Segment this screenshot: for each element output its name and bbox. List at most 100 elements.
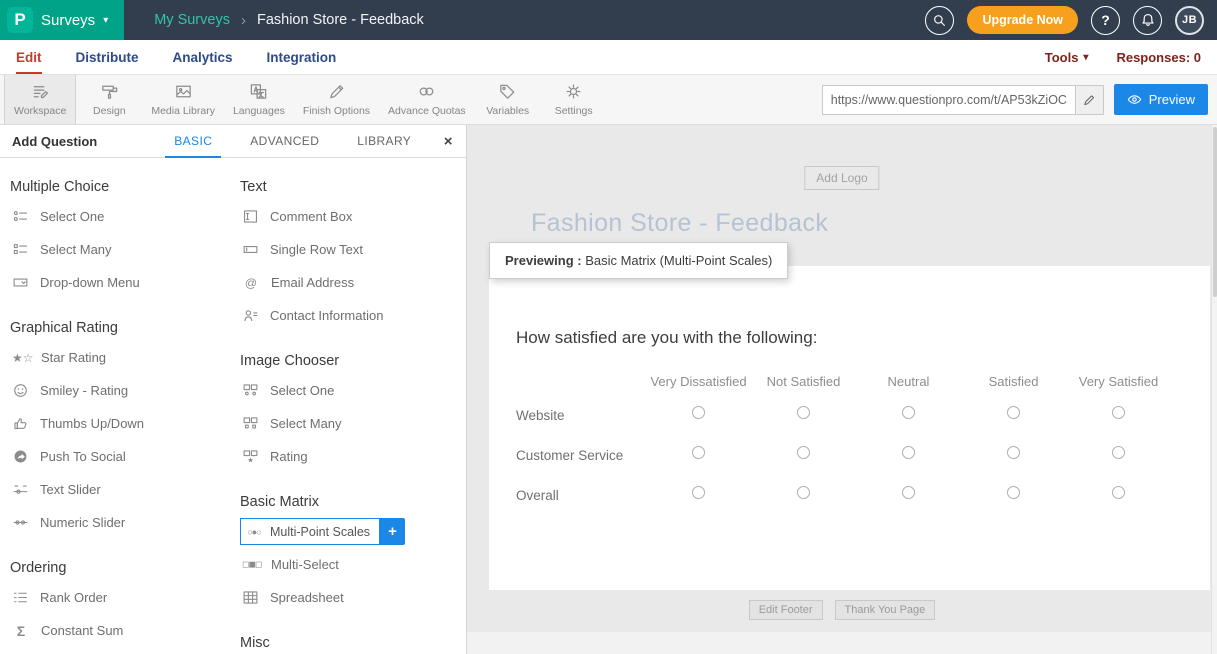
chevron-right-icon: › <box>241 12 246 29</box>
question-type-partial[interactable] <box>10 647 240 654</box>
matrix-radio[interactable] <box>797 486 810 499</box>
matrix-row: Overall <box>516 475 1171 515</box>
product-menu[interactable]: P Surveys ▾ <box>0 0 124 40</box>
tab-integration[interactable]: Integration <box>267 40 337 74</box>
matrix-radio[interactable] <box>1007 486 1020 499</box>
matrix-radio[interactable] <box>902 406 915 419</box>
question-type-contact-information[interactable]: Contact Information <box>240 299 466 332</box>
question-type-image-select-one[interactable]: Select One <box>240 374 466 407</box>
tab-analytics[interactable]: Analytics <box>173 40 233 74</box>
add-logo-button[interactable]: Add Logo <box>804 166 879 190</box>
quotas-links-icon <box>417 82 436 101</box>
matrix-row-label: Website <box>516 395 646 435</box>
question-type-comment-box[interactable]: Comment Box <box>240 200 466 233</box>
matrix-radio[interactable] <box>797 446 810 459</box>
question-type-smiley-rating[interactable]: Smiley - Rating <box>10 374 240 407</box>
matrix-radio[interactable] <box>1007 406 1020 419</box>
eye-icon <box>1127 92 1142 107</box>
matrix-radio[interactable] <box>1112 446 1125 459</box>
matrix-radio[interactable] <box>1112 486 1125 499</box>
toolbar-finish-options[interactable]: Finish Options <box>294 75 379 124</box>
question-type-constant-sum[interactable]: Σ Constant Sum <box>10 614 240 647</box>
top-bar: P Surveys ▾ My Surveys › Fashion Store -… <box>0 0 1217 40</box>
question-type-select-one[interactable]: Select One <box>10 200 240 233</box>
question-type-image-select-many[interactable]: Select Many <box>240 407 466 440</box>
toolbar-settings[interactable]: Settings <box>541 75 607 124</box>
matrix-radio[interactable] <box>1112 406 1125 419</box>
matrix-radio[interactable] <box>692 446 705 459</box>
previewing-value: Basic Matrix (Multi-Point Scales) <box>582 253 773 268</box>
toolbar-workspace[interactable]: Workspace <box>4 75 76 124</box>
matrix-radio[interactable] <box>902 486 915 499</box>
close-panel-button[interactable]: × <box>430 125 466 157</box>
responses-count[interactable]: Responses: 0 <box>1116 50 1201 65</box>
multi-select-icon: ◻◼◻ <box>242 559 260 570</box>
question-type-text-slider[interactable]: Text Slider <box>10 473 240 506</box>
scrollbar-thumb[interactable] <box>1213 127 1217 297</box>
toolbar-media-library[interactable]: Media Library <box>142 75 224 124</box>
question-type-email-address[interactable]: @ Email Address <box>240 266 466 299</box>
section-ordering: Ordering <box>10 560 240 576</box>
question-type-dropdown-menu[interactable]: Drop-down Menu <box>10 266 240 299</box>
matrix-radio[interactable] <box>692 406 705 419</box>
gear-icon <box>564 82 583 101</box>
nav-right: Tools ▾ Responses: 0 <box>1045 40 1217 74</box>
question-mark-icon: ? <box>1101 12 1110 28</box>
tab-basic[interactable]: BASIC <box>155 125 231 157</box>
notifications-button[interactable] <box>1133 6 1162 35</box>
question-type-select-many[interactable]: Select Many <box>10 233 240 266</box>
numbered-list-icon <box>12 589 29 606</box>
media-library-icon <box>174 82 193 101</box>
scrollbar[interactable] <box>1211 125 1217 654</box>
help-button[interactable]: ? <box>1091 6 1120 35</box>
edit-url-button[interactable] <box>1075 86 1103 114</box>
chevron-down-icon: ▾ <box>103 15 108 26</box>
upgrade-now-button[interactable]: Upgrade Now <box>967 6 1078 34</box>
user-avatar[interactable]: JB <box>1175 6 1204 35</box>
comment-box-icon <box>242 208 259 225</box>
question-type-rank-order[interactable]: Rank Order <box>10 581 240 614</box>
question-type-push-to-social[interactable]: Push To Social <box>10 440 240 473</box>
edit-footer-button[interactable]: Edit Footer <box>749 600 823 620</box>
question-type-multi-select[interactable]: ◻◼◻ Multi-Select <box>240 548 466 581</box>
finish-options-icon <box>327 82 346 101</box>
toolbar-languages[interactable]: Languages <box>224 75 294 124</box>
panel-title: Add Question <box>0 125 155 157</box>
toolbar-advance-quotas[interactable]: Advance Quotas <box>379 75 475 124</box>
question-type-spreadsheet[interactable]: Spreadsheet <box>240 581 466 614</box>
question-type-single-row-text[interactable]: Single Row Text <box>240 233 466 266</box>
matrix-radio[interactable] <box>1007 446 1020 459</box>
workspace-icon <box>31 82 50 101</box>
section-basic-matrix: Basic Matrix <box>240 494 466 510</box>
breadcrumb-my-surveys[interactable]: My Surveys <box>154 12 230 28</box>
topbar-actions: Upgrade Now ? JB <box>925 6 1217 35</box>
question-type-numeric-slider[interactable]: Numeric Slider <box>10 506 240 539</box>
tab-distribute[interactable]: Distribute <box>76 40 139 74</box>
matrix-row: Customer Service <box>516 435 1171 475</box>
search-icon <box>932 13 947 28</box>
question-type-multi-point-scales[interactable]: ○●○ Multi-Point Scales + <box>240 515 466 548</box>
question-card: How satisfied are you with the following… <box>489 266 1210 590</box>
survey-url-input[interactable] <box>823 86 1075 114</box>
tab-library[interactable]: LIBRARY <box>338 125 430 157</box>
question-type-star-rating[interactable]: ★☆ Star Rating <box>10 341 240 374</box>
matrix-radio[interactable] <box>902 446 915 459</box>
thank-you-page-button[interactable]: Thank You Page <box>835 600 936 620</box>
matrix-header-row: Very Dissatisfied Not Satisfied Neutral … <box>516 364 1171 395</box>
search-button[interactable] <box>925 6 954 35</box>
multi-point-scales-selected-box[interactable]: ○●○ Multi-Point Scales <box>240 518 380 545</box>
main-nav: Edit Distribute Analytics Integration To… <box>0 40 1217 75</box>
matrix-table: Very Dissatisfied Not Satisfied Neutral … <box>516 364 1171 515</box>
toolbar-design[interactable]: Design <box>76 75 142 124</box>
question-type-thumbs[interactable]: Thumbs Up/Down <box>10 407 240 440</box>
matrix-radio[interactable] <box>797 406 810 419</box>
add-question-button[interactable]: + <box>380 518 405 545</box>
matrix-radio[interactable] <box>692 486 705 499</box>
tab-edit[interactable]: Edit <box>16 40 42 74</box>
design-icon <box>100 82 119 101</box>
toolbar-variables[interactable]: Variables <box>475 75 541 124</box>
tab-advanced[interactable]: ADVANCED <box>231 125 338 157</box>
question-type-image-rating[interactable]: Rating <box>240 440 466 473</box>
preview-button[interactable]: Preview <box>1114 84 1208 115</box>
tools-menu[interactable]: Tools ▾ <box>1045 50 1089 65</box>
